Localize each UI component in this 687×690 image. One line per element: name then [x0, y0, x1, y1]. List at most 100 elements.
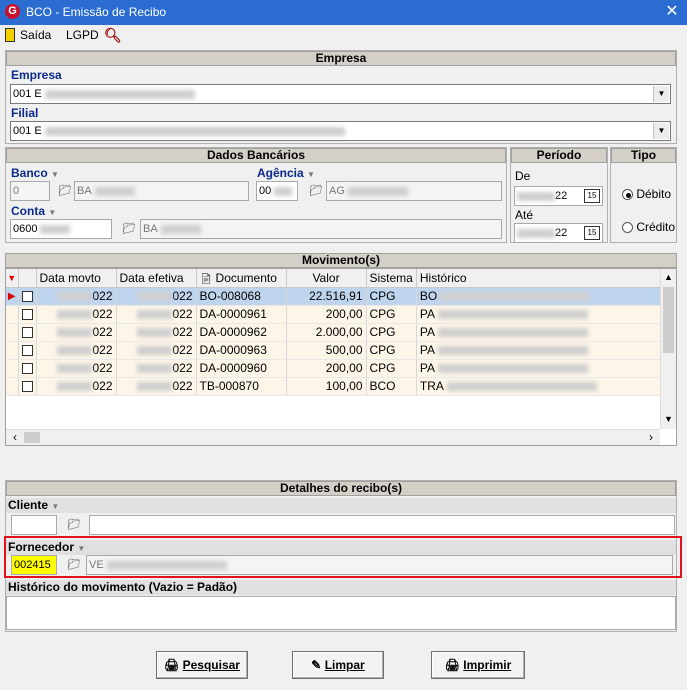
pin-icon: ▼ [48, 208, 57, 217]
checkbox-icon[interactable] [21, 327, 33, 339]
binoculars-icon[interactable]: 📁︎ [122, 222, 136, 235]
historico-cell: PA [416, 323, 662, 342]
chevron-down-icon[interactable]: ▼ [653, 123, 669, 139]
binoculars-icon[interactable]: 📁︎ [58, 184, 72, 197]
radio-checked-icon[interactable] [622, 189, 633, 201]
empresa-header: Empresa [6, 51, 676, 66]
menu-lgpd[interactable]: LGPD [66, 28, 99, 42]
row-checkbox[interactable] [18, 287, 37, 306]
scroll-up-icon[interactable]: ▲ [661, 269, 676, 285]
valor-cell: 100,00 [286, 377, 367, 396]
checkbox-icon[interactable] [21, 381, 33, 393]
horizontal-scrollbar[interactable]: ‹ › [6, 429, 660, 445]
exit-door-icon[interactable] [5, 28, 15, 42]
table-row[interactable]: 022 022 DA-0000961 200,00 CPG PA [6, 305, 662, 324]
data-efetiva-cell: 022 [116, 359, 197, 378]
binoculars-icon[interactable]: 📁︎ [67, 518, 81, 531]
empresa-select[interactable]: 001 E ▼ [10, 84, 671, 104]
radio-unchecked-icon[interactable] [622, 222, 633, 234]
column-header[interactable]: Valor [286, 269, 367, 288]
agencia-code-field[interactable]: 00 [256, 181, 298, 201]
scroll-left-icon[interactable]: ‹ [8, 430, 22, 446]
historico-textarea[interactable] [6, 596, 676, 630]
ate-date-field[interactable]: 22 15 [514, 223, 603, 243]
data-movto-cell: 022 [36, 359, 117, 378]
scroll-thumb[interactable] [663, 287, 674, 353]
sistema-cell: CPG [366, 341, 417, 360]
search-icon[interactable]: 🔍︎ [104, 27, 122, 44]
detalhes-header: Detalhes do recibo(s) [6, 481, 676, 496]
column-header[interactable]: Data movto [36, 269, 117, 288]
documento-cell: DA-0000962 [196, 323, 287, 342]
data-movto-value: 022 [92, 307, 113, 321]
cliente-name-field[interactable] [89, 515, 675, 535]
agencia-label: Agência ▼ [257, 166, 315, 180]
pesquisar-button[interactable]: 🖨︎ Pesquisar [156, 651, 248, 679]
column-header[interactable]: 📄︎ Documento [196, 269, 287, 288]
checkbox-icon[interactable] [21, 291, 33, 303]
row-pointer-cell [6, 305, 19, 324]
row-checkbox[interactable] [18, 323, 37, 342]
row-checkbox[interactable] [18, 305, 37, 324]
imprimir-button[interactable]: 🖨︎ Imprimir [431, 651, 525, 679]
historico-value: PA [419, 361, 435, 375]
documento-cell: DA-0000960 [196, 359, 287, 378]
table-row[interactable]: 022 022 TB-000870 100,00 BCO TRA [6, 377, 662, 396]
pesquisar-label: Pesquisar [182, 658, 240, 672]
data-efetiva-value: 022 [172, 307, 193, 321]
column-header[interactable]: Histórico [416, 269, 662, 288]
binoculars-icon[interactable]: 📁︎ [309, 184, 323, 197]
historico-value: PA [419, 325, 435, 339]
data-efetiva-value: 022 [172, 361, 193, 375]
fornecedor-label: Fornecedor ▼ [6, 540, 676, 555]
banco-label-text: Banco [11, 166, 48, 180]
row-checkbox[interactable] [18, 377, 37, 396]
data-movto-cell: 022 [36, 305, 117, 324]
close-icon[interactable]: ✕ [662, 2, 682, 22]
debito-radio[interactable]: Débito [622, 187, 671, 201]
cliente-code-field[interactable] [11, 515, 57, 535]
credito-radio[interactable]: Crédito [622, 220, 675, 234]
table-row[interactable]: 022 022 DA-0000960 200,00 CPG PA [6, 359, 662, 378]
binoculars-icon[interactable]: 📁︎ [67, 558, 81, 571]
column-header[interactable]: Sistema [366, 269, 417, 288]
chevron-down-icon[interactable]: ▼ [653, 86, 669, 102]
row-checkbox[interactable] [18, 359, 37, 378]
calendar-icon[interactable]: 15 [584, 226, 600, 240]
table-row[interactable]: 022 022 DA-0000962 2.000,00 CPG PA [6, 323, 662, 342]
row-pointer-cell [6, 323, 19, 342]
row-checkbox[interactable] [18, 341, 37, 360]
dados-bancarios-header: Dados Bancários [6, 148, 506, 163]
data-movto-value: 022 [92, 343, 113, 357]
sort-arrow-icon[interactable]: ▼ [6, 269, 19, 288]
menu-exit[interactable]: Saída [20, 28, 51, 42]
conta-name-field: BA [140, 219, 502, 239]
scroll-thumb-h[interactable] [24, 432, 40, 443]
historico-cell: PA [416, 359, 662, 378]
conta-code-field[interactable]: 0600 [10, 219, 112, 239]
checkbox-icon[interactable] [21, 309, 33, 321]
limpar-button[interactable]: ✎ Limpar [292, 651, 384, 679]
vertical-scrollbar[interactable]: ▲ ▼ [660, 269, 676, 429]
valor-cell: 500,00 [286, 341, 367, 360]
printer-icon: 🖨︎ [444, 658, 460, 672]
scroll-down-icon[interactable]: ▼ [661, 411, 676, 427]
fornecedor-label-text: Fornecedor [8, 540, 75, 554]
historico-cell: TRA [416, 377, 662, 396]
scroll-right-icon[interactable]: › [644, 430, 658, 446]
de-date-field[interactable]: 22 15 [514, 186, 603, 206]
fornecedor-code-value: 002415 [14, 559, 51, 571]
table-row[interactable]: 022 022 DA-0000963 500,00 CPG PA [6, 341, 662, 360]
sistema-cell: CPG [366, 287, 417, 306]
checkbox-icon[interactable] [21, 345, 33, 357]
calendar-icon[interactable]: 15 [584, 189, 600, 203]
data-movto-cell: 022 [36, 323, 117, 342]
column-header[interactable]: Data efetiva [116, 269, 197, 288]
checkbox-icon[interactable] [21, 363, 33, 375]
filial-select[interactable]: 001 E ▼ [10, 121, 671, 141]
banco-code-field[interactable]: 0 [10, 181, 50, 201]
menu-exit-label: Saída [20, 28, 52, 42]
data-efetiva-value: 022 [172, 343, 193, 357]
fornecedor-code-field[interactable]: 002415 [11, 555, 57, 575]
table-row[interactable]: ▶ 022 022 BO-008068 22.516,91 CPG BO [6, 287, 662, 306]
